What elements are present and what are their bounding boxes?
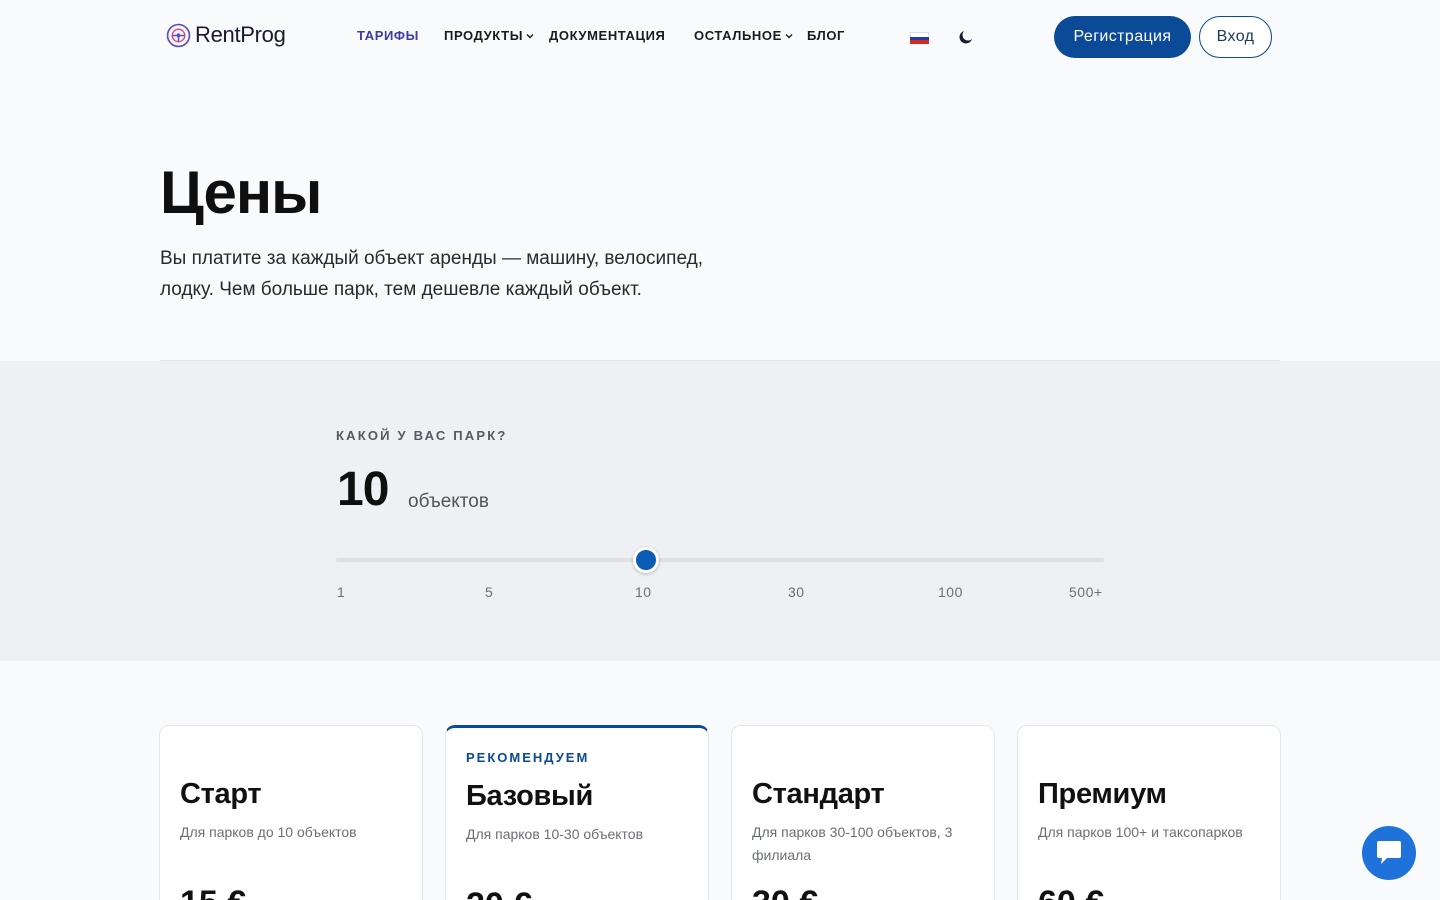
chat-bubble-icon (1377, 841, 1401, 864)
chat-button[interactable] (1362, 826, 1416, 880)
nav-label: БЛОГ (807, 28, 846, 43)
plan-description: Для парков 100+ и таксопарков (1038, 824, 1243, 840)
nav-item-docs[interactable]: ДОКУМЕНТАЦИЯ (549, 28, 666, 43)
plan-description: Для парков до 10 объектов (180, 824, 357, 840)
plan-price: 15 € (180, 884, 246, 900)
plan-card-premium[interactable]: Премиум Для парков 100+ и таксопарков 60… (1017, 725, 1281, 900)
plan-name: Базовый (466, 780, 594, 812)
plan-price: 60 € (1038, 884, 1104, 900)
slider-tick[interactable]: 500+ (1069, 584, 1103, 600)
moon-icon[interactable] (957, 28, 975, 46)
plan-description: Для парков 30-100 объектов, 3 филиала (752, 824, 953, 863)
logo[interactable]: RentProg (166, 22, 286, 48)
plan-card-standard[interactable]: Стандарт Для парков 30-100 объектов, 3 ф… (731, 725, 995, 900)
park-size-question: КАКОЙ У ВАС ПАРК? (336, 428, 508, 443)
recommended-badge: РЕКОМЕНДУЕМ (466, 750, 590, 765)
nav-label: ДОКУМЕНТАЦИЯ (549, 28, 666, 43)
nav-label: ПРОДУКТЫ (444, 28, 524, 43)
russian-flag-icon[interactable] (910, 32, 929, 45)
plan-name: Старт (180, 778, 262, 810)
nav-label: ТАРИФЫ (357, 28, 419, 43)
plan-price: 20 € (466, 886, 532, 900)
plan-card-basic[interactable]: РЕКОМЕНДУЕМ Базовый Для парков 10-30 объ… (445, 725, 709, 900)
page-title: Цены (160, 159, 322, 226)
nav-item-products[interactable]: ПРОДУКТЫ (444, 28, 534, 43)
logo-text: RentProg (195, 22, 286, 47)
object-count: 10 (337, 463, 389, 516)
plan-name: Премиум (1038, 778, 1167, 810)
page-subtitle: Вы платите за каждый объект аренды — маш… (160, 248, 703, 300)
login-button[interactable]: Вход (1199, 16, 1272, 58)
plan-name: Стандарт (752, 778, 885, 810)
nav-label: ОСТАЛЬНОЕ (694, 28, 782, 43)
slider-thumb[interactable] (633, 547, 659, 573)
plan-card-start[interactable]: Старт Для парков до 10 объектов 15 € (159, 725, 423, 900)
object-count-unit: объектов (408, 491, 489, 512)
chevron-down-icon (526, 33, 534, 38)
slider-tick[interactable]: 30 (788, 584, 805, 600)
park-size-section: КАКОЙ У ВАС ПАРК? 10 объектов 1 5 10 30 … (0, 361, 1440, 661)
nav-item-other[interactable]: ОСТАЛЬНОЕ (694, 28, 793, 43)
register-button[interactable]: Регистрация (1054, 16, 1191, 58)
nav-item-blog[interactable]: БЛОГ (807, 28, 845, 43)
steering-wheel-icon (166, 23, 191, 47)
slider-tick[interactable]: 100 (938, 584, 963, 600)
plan-price: 30 € (752, 884, 818, 900)
slider-tick[interactable]: 5 (485, 584, 493, 600)
chevron-down-icon (785, 33, 793, 38)
slider-track[interactable] (336, 558, 1104, 562)
slider-tick[interactable]: 1 (337, 584, 345, 600)
site-header: RentProg ТАРИФЫ ПРОДУКТЫ ДОКУМЕНТАЦИЯ ОС… (0, 0, 1440, 74)
slider-tick[interactable]: 10 (635, 584, 652, 600)
plan-description: Для парков 10-30 объектов (466, 826, 644, 842)
nav-item-tariffs[interactable]: ТАРИФЫ (357, 28, 419, 43)
